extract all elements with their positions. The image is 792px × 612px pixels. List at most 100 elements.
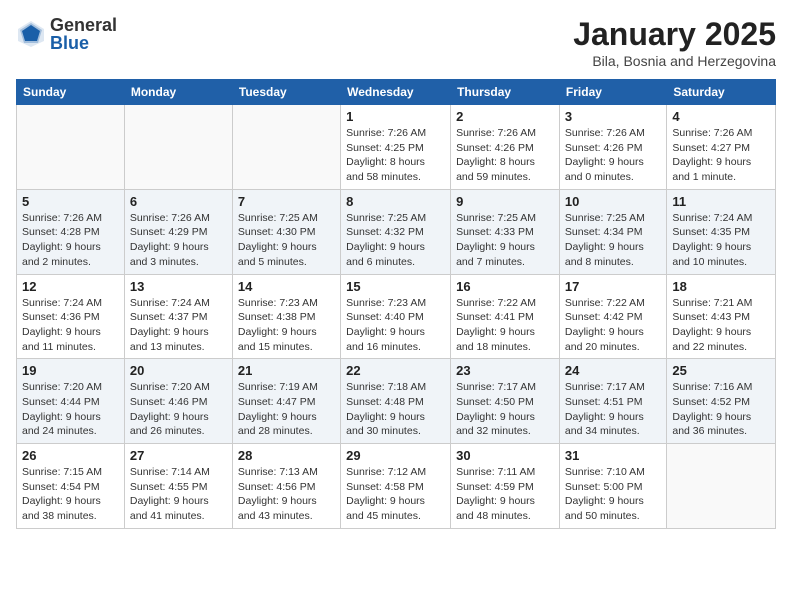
calendar-cell: 27Sunrise: 7:14 AM Sunset: 4:55 PM Dayli… <box>124 444 232 529</box>
day-number: 24 <box>565 363 661 378</box>
week-row-1: 1 Sunrise: 7:26 AM Sunset: 4:25 PM Daylig… <box>17 105 776 190</box>
day-number: 15 <box>346 279 445 294</box>
calendar-cell: 11 Sunrise: 7:24 AM Sunset: 4:35 PM Dayli… <box>667 189 776 274</box>
calendar-cell: 29Sunrise: 7:12 AM Sunset: 4:58 PM Dayli… <box>341 444 451 529</box>
day-info: Sunrise: 7:21 AM Sunset: 4:43 PM Dayligh… <box>672 296 770 355</box>
day-number: 11 <box>672 194 770 209</box>
calendar-cell: 30 Sunrise: 7:11 AM Sunset: 4:59 PM Dayli… <box>451 444 560 529</box>
day-number: 14 <box>238 279 335 294</box>
day-number: 2 <box>456 109 554 124</box>
calendar-cell: 15Sunrise: 7:23 AM Sunset: 4:40 PM Dayli… <box>341 274 451 359</box>
logo-text: General Blue <box>50 16 117 52</box>
day-info: Sunrise: 7:15 AM Sunset: 4:54 PM Dayligh… <box>22 465 119 524</box>
calendar-cell: 21 Sunrise: 7:19 AM Sunset: 4:47 PM Dayli… <box>232 359 340 444</box>
day-number: 4 <box>672 109 770 124</box>
week-row-4: 19Sunrise: 7:20 AM Sunset: 4:44 PM Dayli… <box>17 359 776 444</box>
day-info: Sunrise: 7:26 AM Sunset: 4:26 PM Dayligh… <box>456 126 554 185</box>
calendar-cell: 1 Sunrise: 7:26 AM Sunset: 4:25 PM Daylig… <box>341 105 451 190</box>
day-info: Sunrise: 7:26 AM Sunset: 4:26 PM Dayligh… <box>565 126 661 185</box>
day-info: Sunrise: 7:24 AM Sunset: 4:37 PM Dayligh… <box>130 296 227 355</box>
day-info: Sunrise: 7:24 AM Sunset: 4:36 PM Dayligh… <box>22 296 119 355</box>
location-text: Bila, Bosnia and Herzegovina <box>573 53 776 69</box>
calendar-cell <box>124 105 232 190</box>
day-number: 5 <box>22 194 119 209</box>
day-number: 9 <box>456 194 554 209</box>
day-info: Sunrise: 7:12 AM Sunset: 4:58 PM Dayligh… <box>346 465 445 524</box>
title-block: January 2025 Bila, Bosnia and Herzegovin… <box>573 16 776 69</box>
day-number: 3 <box>565 109 661 124</box>
day-number: 17 <box>565 279 661 294</box>
day-number: 26 <box>22 448 119 463</box>
calendar-cell: 9 Sunrise: 7:25 AM Sunset: 4:33 PM Daylig… <box>451 189 560 274</box>
calendar-cell: 6 Sunrise: 7:26 AM Sunset: 4:29 PM Daylig… <box>124 189 232 274</box>
day-info: Sunrise: 7:11 AM Sunset: 4:59 PM Dayligh… <box>456 465 554 524</box>
weekday-header-sunday: Sunday <box>17 80 125 105</box>
logo-general-text: General <box>50 16 117 34</box>
weekday-header-monday: Monday <box>124 80 232 105</box>
calendar-cell <box>232 105 340 190</box>
day-info: Sunrise: 7:26 AM Sunset: 4:27 PM Dayligh… <box>672 126 770 185</box>
weekday-header-friday: Friday <box>559 80 666 105</box>
day-number: 1 <box>346 109 445 124</box>
calendar-cell: 12 Sunrise: 7:24 AM Sunset: 4:36 PM Dayli… <box>17 274 125 359</box>
day-info: Sunrise: 7:10 AM Sunset: 5:00 PM Dayligh… <box>565 465 661 524</box>
day-number: 25 <box>672 363 770 378</box>
day-info: Sunrise: 7:24 AM Sunset: 4:35 PM Dayligh… <box>672 211 770 270</box>
calendar-cell: 17 Sunrise: 7:22 AM Sunset: 4:42 PM Dayli… <box>559 274 666 359</box>
calendar-cell <box>667 444 776 529</box>
day-info: Sunrise: 7:25 AM Sunset: 4:34 PM Dayligh… <box>565 211 661 270</box>
weekday-header-thursday: Thursday <box>451 80 560 105</box>
week-row-3: 12 Sunrise: 7:24 AM Sunset: 4:36 PM Dayli… <box>17 274 776 359</box>
day-info: Sunrise: 7:17 AM Sunset: 4:50 PM Dayligh… <box>456 380 554 439</box>
day-info: Sunrise: 7:26 AM Sunset: 4:25 PM Dayligh… <box>346 126 445 185</box>
day-number: 27 <box>130 448 227 463</box>
calendar-cell: 22 Sunrise: 7:18 AM Sunset: 4:48 PM Dayli… <box>341 359 451 444</box>
calendar-cell: 5 Sunrise: 7:26 AM Sunset: 4:28 PM Daylig… <box>17 189 125 274</box>
calendar-cell: 31 Sunrise: 7:10 AM Sunset: 5:00 PM Dayli… <box>559 444 666 529</box>
calendar-cell: 16Sunrise: 7:22 AM Sunset: 4:41 PM Dayli… <box>451 274 560 359</box>
day-number: 30 <box>456 448 554 463</box>
day-number: 6 <box>130 194 227 209</box>
day-number: 7 <box>238 194 335 209</box>
weekday-header-saturday: Saturday <box>667 80 776 105</box>
day-info: Sunrise: 7:16 AM Sunset: 4:52 PM Dayligh… <box>672 380 770 439</box>
day-number: 21 <box>238 363 335 378</box>
weekday-header-wednesday: Wednesday <box>341 80 451 105</box>
calendar-cell: 25 Sunrise: 7:16 AM Sunset: 4:52 PM Dayli… <box>667 359 776 444</box>
day-info: Sunrise: 7:25 AM Sunset: 4:33 PM Dayligh… <box>456 211 554 270</box>
logo: General Blue <box>16 16 117 52</box>
day-number: 12 <box>22 279 119 294</box>
day-info: Sunrise: 7:19 AM Sunset: 4:47 PM Dayligh… <box>238 380 335 439</box>
calendar-cell: 19Sunrise: 7:20 AM Sunset: 4:44 PM Dayli… <box>17 359 125 444</box>
day-number: 19 <box>22 363 119 378</box>
day-number: 22 <box>346 363 445 378</box>
week-row-2: 5 Sunrise: 7:26 AM Sunset: 4:28 PM Daylig… <box>17 189 776 274</box>
day-number: 20 <box>130 363 227 378</box>
day-number: 31 <box>565 448 661 463</box>
day-number: 16 <box>456 279 554 294</box>
calendar-cell: 24 Sunrise: 7:17 AM Sunset: 4:51 PM Dayli… <box>559 359 666 444</box>
day-info: Sunrise: 7:13 AM Sunset: 4:56 PM Dayligh… <box>238 465 335 524</box>
day-number: 28 <box>238 448 335 463</box>
calendar-cell: 28 Sunrise: 7:13 AM Sunset: 4:56 PM Dayli… <box>232 444 340 529</box>
day-info: Sunrise: 7:23 AM Sunset: 4:38 PM Dayligh… <box>238 296 335 355</box>
page-header: General Blue January 2025 Bila, Bosnia a… <box>16 16 776 69</box>
day-info: Sunrise: 7:26 AM Sunset: 4:28 PM Dayligh… <box>22 211 119 270</box>
week-row-5: 26 Sunrise: 7:15 AM Sunset: 4:54 PM Dayli… <box>17 444 776 529</box>
logo-icon <box>16 19 46 49</box>
calendar-cell: 14 Sunrise: 7:23 AM Sunset: 4:38 PM Dayli… <box>232 274 340 359</box>
calendar-cell: 7 Sunrise: 7:25 AM Sunset: 4:30 PM Daylig… <box>232 189 340 274</box>
day-number: 8 <box>346 194 445 209</box>
calendar-cell: 20 Sunrise: 7:20 AM Sunset: 4:46 PM Dayli… <box>124 359 232 444</box>
day-info: Sunrise: 7:22 AM Sunset: 4:42 PM Dayligh… <box>565 296 661 355</box>
day-info: Sunrise: 7:25 AM Sunset: 4:30 PM Dayligh… <box>238 211 335 270</box>
day-info: Sunrise: 7:26 AM Sunset: 4:29 PM Dayligh… <box>130 211 227 270</box>
calendar-cell: 4 Sunrise: 7:26 AM Sunset: 4:27 PM Daylig… <box>667 105 776 190</box>
weekday-header-row: SundayMondayTuesdayWednesdayThursdayFrid… <box>17 80 776 105</box>
day-number: 23 <box>456 363 554 378</box>
calendar-cell: 2 Sunrise: 7:26 AM Sunset: 4:26 PM Daylig… <box>451 105 560 190</box>
calendar-cell: 23 Sunrise: 7:17 AM Sunset: 4:50 PM Dayli… <box>451 359 560 444</box>
day-info: Sunrise: 7:17 AM Sunset: 4:51 PM Dayligh… <box>565 380 661 439</box>
day-info: Sunrise: 7:20 AM Sunset: 4:46 PM Dayligh… <box>130 380 227 439</box>
day-info: Sunrise: 7:18 AM Sunset: 4:48 PM Dayligh… <box>346 380 445 439</box>
